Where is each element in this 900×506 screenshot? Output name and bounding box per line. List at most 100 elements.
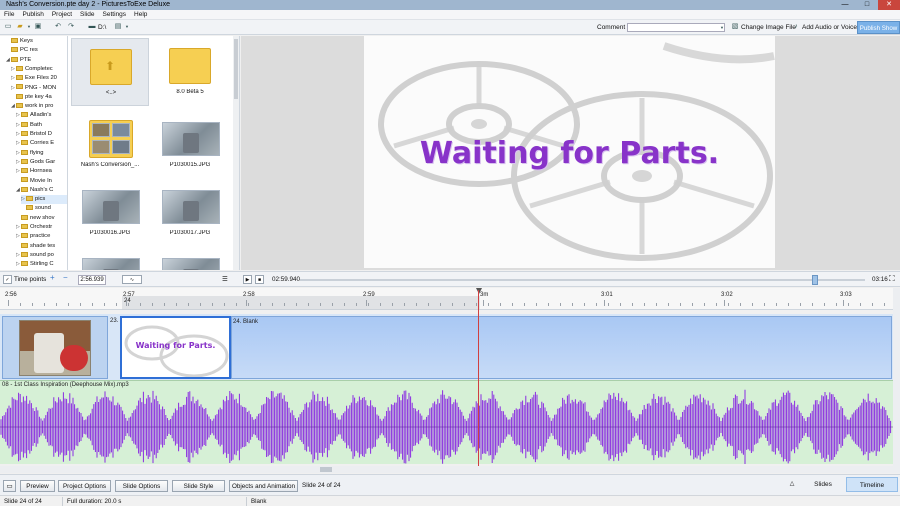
file-tile[interactable]: Nash's Conversion_... [71, 114, 149, 182]
ruler-minor-tick [740, 303, 741, 306]
tree-item[interactable]: PC res [6, 46, 67, 55]
file-tile[interactable]: P1030016.JPG [71, 182, 149, 250]
tree-item[interactable]: ◢ work in pro [11, 102, 67, 111]
time-points-checkbox[interactable]: ✓ [3, 275, 12, 284]
time-ruler[interactable]: 24 2:56 2:57 2:58 2:59 3m 3:01 3:02 3:03 [0, 288, 900, 310]
tree-item[interactable]: ▷ PNG - MON [11, 84, 67, 93]
tree-item[interactable]: Movie In [16, 177, 67, 186]
menu-help[interactable]: Help [130, 10, 151, 19]
file-browser-scrollbar[interactable] [233, 36, 239, 270]
collapse-icon[interactable]: △ [786, 477, 798, 492]
tree-item-label: pics [35, 196, 46, 203]
comment-dropdown-icon[interactable]: ▼ [718, 24, 726, 32]
tree-item[interactable]: ▷ Stirling C [16, 260, 67, 269]
file-tile[interactable] [71, 250, 149, 270]
redo-icon[interactable]: ↷ [67, 23, 75, 31]
project-options-button[interactable]: Project Options [58, 480, 111, 492]
time-point-field[interactable]: 2:56.939 [78, 275, 106, 285]
add-audio-icon[interactable]: ♪ [792, 23, 800, 31]
tree-item[interactable]: ▷ Alladin's [16, 111, 67, 120]
ruler-minor-tick [284, 303, 285, 306]
drive-label[interactable]: D:\ [98, 24, 106, 31]
tree-item[interactable]: ▷ Hornsea [16, 167, 67, 176]
folder-icon [21, 214, 28, 220]
publish-show-button[interactable]: Publish Show [857, 21, 900, 34]
slide-23-block[interactable] [2, 316, 108, 379]
add-audio-button[interactable]: Add Audio or Voice [802, 24, 857, 31]
tree-item[interactable]: ▷ Bath [16, 121, 67, 130]
slide-24-block[interactable]: 24. Blank [231, 316, 892, 379]
close-button[interactable]: ✕ [878, 0, 900, 10]
maximize-button[interactable]: □ [856, 0, 878, 10]
save-icon[interactable]: ▣ [34, 23, 42, 31]
open-dropdown-icon[interactable]: ▼ [25, 23, 33, 31]
playback-slider-thumb[interactable] [812, 275, 818, 285]
slide-caption: Waiting for Parts. [419, 136, 720, 171]
file-tile[interactable] [151, 250, 229, 270]
menu-slide[interactable]: Slide [76, 10, 98, 19]
slide-options-button[interactable]: Slide Options [115, 480, 168, 492]
drive-icon[interactable]: ▬ [88, 23, 96, 31]
menu-list-icon[interactable]: ☰ [222, 276, 228, 283]
tree-item-label: Hornsea [30, 168, 52, 175]
slide-preview[interactable]: Waiting for Parts. [364, 36, 775, 268]
tree-item[interactable]: ▷ Bristol D [16, 130, 67, 139]
timeline-horizontal-scrollbar[interactable] [0, 466, 893, 473]
audio-track[interactable]: 08 - 1st Class Inspiration (Deephouse Mi… [0, 380, 893, 464]
remove-time-point-icon[interactable]: − [63, 273, 68, 282]
slide-style-button[interactable]: Slide Style [172, 480, 225, 492]
folder-icon [21, 121, 28, 127]
open-folder-icon[interactable]: ▰ [16, 23, 24, 31]
playback-slider[interactable] [300, 279, 865, 281]
menu-project[interactable]: Project [48, 10, 76, 19]
minimize-button[interactable]: — [834, 0, 856, 10]
file-browser: ⬆ <..> 8.0 Beta 5 Nash's Conversion_... P103… [68, 36, 240, 270]
tab-slides[interactable]: Slides [800, 477, 846, 492]
stop-icon[interactable]: ■ [255, 275, 264, 284]
fullscreen-icon[interactable]: ⛶ [889, 274, 895, 284]
new-file-icon[interactable]: ▭ [4, 23, 12, 31]
tree-item[interactable]: ▷ pics [21, 195, 67, 205]
project-icon[interactable]: ▭ [3, 480, 16, 492]
tree-item-label: Alladin's [30, 112, 52, 119]
tree-item[interactable]: ▷ practice [16, 232, 67, 241]
tree-item[interactable]: ◢ Nash's C [16, 186, 67, 195]
tree-item[interactable]: ▷ Corries E [16, 139, 67, 148]
objects-animation-button[interactable]: Objects and Animation [229, 480, 298, 492]
timeline-vertical-scrollbar[interactable] [893, 288, 900, 473]
ruler-minor-tick [752, 303, 753, 306]
view-mode-icon[interactable]: ▤ [114, 23, 122, 31]
file-tile[interactable]: 8.0 Beta 5 [151, 38, 229, 106]
tree-item[interactable]: ▷ Exe Files 20 [11, 74, 67, 83]
folder-icon [21, 261, 28, 267]
ruler-minor-tick [824, 303, 825, 306]
tree-item[interactable]: sound [21, 204, 67, 213]
tree-item[interactable]: ▷ Orchestr [16, 223, 67, 232]
tab-timeline[interactable]: Timeline [846, 477, 898, 492]
tree-item[interactable]: pte key 4a [11, 93, 67, 102]
file-tile[interactable]: ⬆ <..> [71, 38, 149, 106]
menu-file[interactable]: File [0, 10, 18, 19]
menu-publish[interactable]: Publish [18, 10, 47, 19]
tree-item[interactable]: ▷ Completec [11, 65, 67, 74]
tree-item[interactable]: ▷ sound po [16, 251, 67, 260]
tree-item[interactable]: ◢ PTE [6, 56, 67, 65]
slide-24-thumbnail[interactable]: Waiting for Parts. [120, 316, 231, 379]
tree-item[interactable]: ▷ Gods Gar [16, 158, 67, 167]
comment-input[interactable] [627, 23, 725, 32]
curve-mode-icon[interactable]: ∿ [122, 275, 142, 284]
tree-item[interactable]: shade tes [16, 242, 67, 251]
tree-item[interactable]: new shov [16, 214, 67, 223]
change-image-icon[interactable]: ▧ [731, 23, 739, 31]
view-dropdown-icon[interactable]: ▼ [123, 23, 131, 31]
add-time-point-icon[interactable]: + [50, 273, 55, 282]
tree-item[interactable]: Keys [6, 37, 67, 46]
change-image-button[interactable]: Change Image File [741, 24, 796, 31]
file-tile[interactable]: P1030015.JPG [151, 114, 229, 182]
undo-icon[interactable]: ↶ [54, 23, 62, 31]
tree-item[interactable]: ▷ flying [16, 149, 67, 158]
preview-button[interactable]: Preview [20, 480, 55, 492]
file-tile[interactable]: P1030017.JPG [151, 182, 229, 250]
play-icon[interactable]: ▶ [243, 275, 252, 284]
menu-settings[interactable]: Settings [99, 10, 131, 19]
